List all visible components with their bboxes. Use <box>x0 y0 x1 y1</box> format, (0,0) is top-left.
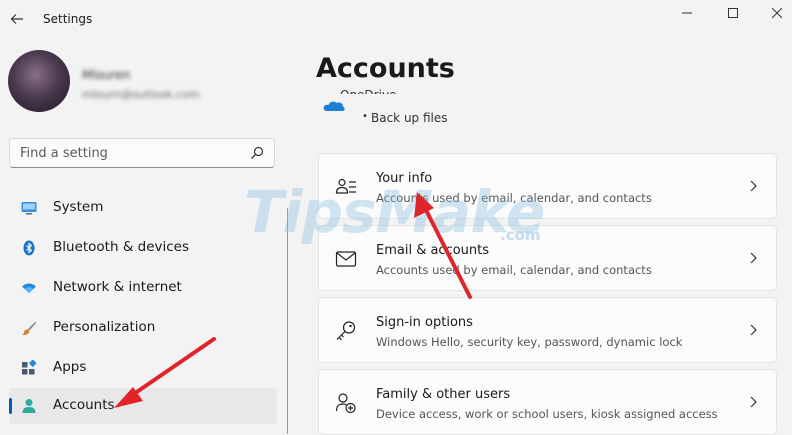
page-title: Accounts <box>316 53 455 84</box>
sidebar-item-personalization[interactable]: Personalization <box>9 310 277 346</box>
search-icon[interactable] <box>250 146 264 160</box>
close-icon <box>772 8 782 18</box>
wifi-icon <box>22 283 36 293</box>
card-title: Email & accounts <box>376 243 490 258</box>
maximize-icon <box>728 8 738 18</box>
card-family-other-users[interactable]: Family & other users Device access, work… <box>318 369 777 435</box>
chevron-right-icon <box>750 324 757 336</box>
onedrive-icon <box>323 101 345 111</box>
card-title: Sign-in options <box>376 315 473 330</box>
arrow-left-icon <box>10 14 23 24</box>
user-email: mlourn@outlook.com <box>82 88 200 101</box>
key-icon <box>336 321 356 341</box>
avatar[interactable] <box>8 50 70 112</box>
user-name: Mlouren <box>82 68 131 82</box>
maximize-button[interactable] <box>710 0 756 26</box>
card-description: Accounts used by email, calendar, and co… <box>376 263 652 277</box>
sidebar-item-network[interactable]: Network & internet <box>9 270 277 306</box>
card-description: Device access, work or school users, kio… <box>376 407 718 421</box>
sidebar-item-label: Accounts <box>53 397 115 413</box>
chevron-right-icon <box>750 252 757 264</box>
onedrive-subtitle: Back up files <box>371 111 448 125</box>
bluetooth-icon <box>23 240 35 256</box>
mail-icon <box>335 251 357 267</box>
sidebar-item-system[interactable]: System <box>9 190 277 226</box>
apps-icon <box>22 360 37 375</box>
sidebar-item-bluetooth[interactable]: Bluetooth & devices <box>9 230 277 266</box>
card-title: Family & other users <box>376 387 511 402</box>
card-title: Your info <box>376 171 433 186</box>
card-description: Windows Hello, security key, password, d… <box>376 335 683 349</box>
onedrive-label: OneDrive <box>340 88 396 94</box>
accounts-icon <box>22 399 36 413</box>
sidebar-item-label: Bluetooth & devices <box>53 239 190 255</box>
search-input[interactable] <box>20 144 240 162</box>
sidebar-item-apps[interactable]: Apps <box>9 350 277 386</box>
app-title: Settings <box>43 12 93 26</box>
minimize-button[interactable] <box>664 0 710 26</box>
add-user-icon <box>335 393 356 414</box>
chevron-right-icon <box>750 180 757 192</box>
sidebar-item-label: Apps <box>53 359 87 375</box>
sidebar-item-accounts[interactable]: Accounts <box>9 388 277 424</box>
brush-icon <box>22 321 36 336</box>
card-sign-in-options[interactable]: Sign-in options Windows Hello, security … <box>318 297 777 363</box>
card-your-info[interactable]: Your info Accounts used by email, calend… <box>318 153 777 219</box>
sidebar-item-label: Personalization <box>53 319 156 335</box>
sidebar-item-label: Network & internet <box>53 279 182 295</box>
search-box[interactable] <box>9 138 275 168</box>
card-email-accounts[interactable]: Email & accounts Accounts used by email,… <box>318 225 777 291</box>
system-icon <box>21 202 37 215</box>
card-description: Accounts used by email, calendar, and co… <box>376 191 652 205</box>
scrollbar-track[interactable] <box>287 208 288 434</box>
back-button[interactable] <box>6 8 28 30</box>
close-button[interactable] <box>754 0 792 26</box>
bullet: • <box>362 111 368 122</box>
chevron-right-icon <box>750 396 757 408</box>
your-info-icon <box>335 178 356 194</box>
sidebar-item-label: System <box>53 199 104 215</box>
selection-indicator <box>9 398 12 414</box>
title-bar: Settings <box>0 0 792 40</box>
minimize-icon <box>682 12 692 14</box>
